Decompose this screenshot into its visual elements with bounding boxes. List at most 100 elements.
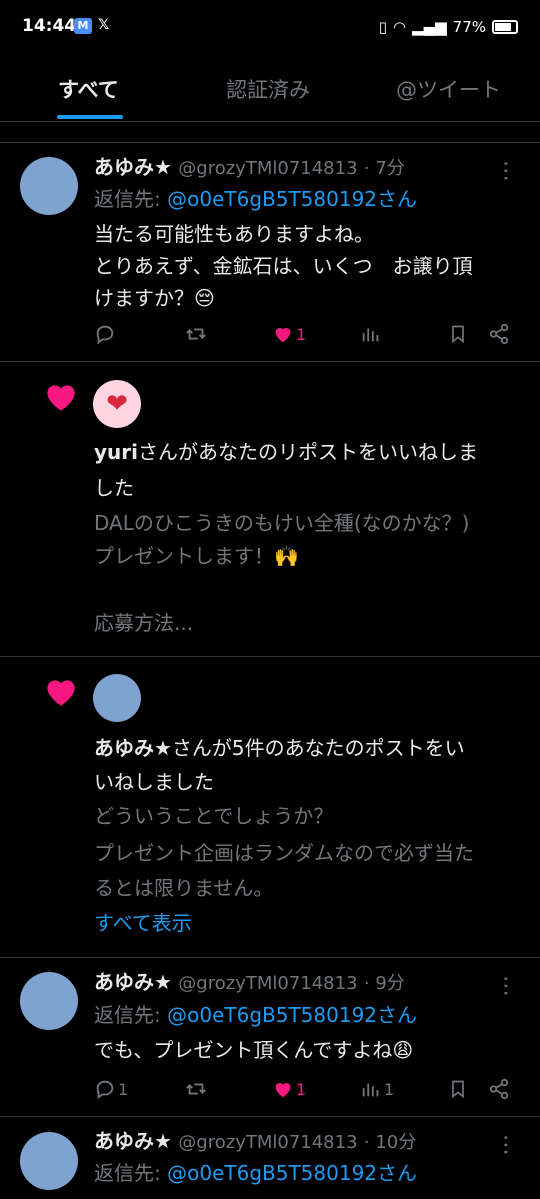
repost-icon bbox=[186, 328, 206, 340]
reply-prefix: 返信先: bbox=[94, 1003, 161, 1027]
analytics-icon bbox=[362, 1083, 379, 1097]
separator bbox=[0, 656, 540, 657]
post-preview-line: プレゼント企画はランダムなので必ず当た bbox=[94, 841, 474, 865]
tweet-text-line: とりあえず、金鉱石は、いくつ お譲り頂 bbox=[94, 254, 473, 278]
notification-action: さんがあなたのリポストをいいねしま bbox=[138, 440, 478, 464]
notification-action: さんが5件のあなたのポストをい bbox=[171, 736, 465, 760]
avatar[interactable] bbox=[20, 1132, 78, 1190]
status-bar: 14:44 M 𝕏 ▯ ◠ ▂▄▆ 77% bbox=[0, 0, 540, 56]
user-handle: @grozyTMl0714813 bbox=[178, 973, 358, 994]
view-count: 1 bbox=[384, 1079, 395, 1099]
repost-button[interactable] bbox=[184, 319, 208, 349]
repost-icon bbox=[186, 1083, 206, 1095]
active-tab-indicator bbox=[57, 115, 123, 119]
user-handle: @grozyTMl0714813 bbox=[178, 1132, 358, 1153]
tab-mentions[interactable]: @ツイート bbox=[396, 74, 501, 104]
heart-notification-icon bbox=[47, 680, 75, 706]
post-preview-line: 応募方法... bbox=[94, 611, 194, 635]
share-button[interactable] bbox=[488, 319, 510, 349]
reply-icon bbox=[96, 1080, 114, 1100]
notification-action-cont: した bbox=[94, 476, 134, 500]
gmail-icon: M bbox=[74, 18, 92, 34]
tweet-actions: 1 1 1 bbox=[92, 1074, 520, 1104]
tweet-text-line: けますか？😔 bbox=[94, 286, 215, 310]
avatar-heart-glyph: ❤ bbox=[106, 389, 128, 419]
post-preview-line: プレゼントします！🙌 bbox=[94, 544, 299, 568]
wifi-icon: ◠ bbox=[392, 18, 407, 36]
like-button[interactable]: 1 bbox=[272, 1074, 306, 1104]
bookmark-button[interactable] bbox=[448, 319, 468, 349]
show-all-link[interactable]: すべて表示 bbox=[94, 908, 192, 938]
tweet-time: · 9分 bbox=[363, 973, 405, 994]
heart-filled-icon bbox=[275, 328, 291, 343]
bookmark-icon bbox=[452, 1080, 464, 1099]
separator bbox=[0, 957, 540, 958]
views-button[interactable] bbox=[360, 319, 384, 349]
display-name[interactable]: あゆみ★ bbox=[94, 1129, 172, 1153]
reply-button[interactable] bbox=[94, 319, 118, 349]
more-options-icon[interactable]: ⋯ bbox=[493, 975, 518, 997]
like-button[interactable]: 1 bbox=[272, 319, 306, 349]
tweet-header: あゆみ★ @grozyTMl0714813 · 7分 bbox=[94, 152, 405, 184]
vibrate-icon: ▯ bbox=[378, 18, 387, 36]
display-name[interactable]: あゆみ★ bbox=[94, 155, 172, 179]
more-options-icon[interactable]: ⋯ bbox=[493, 1134, 518, 1156]
avatar[interactable]: ❤ bbox=[93, 380, 141, 428]
battery-percent: 77% bbox=[452, 18, 486, 36]
views-button[interactable]: 1 bbox=[360, 1074, 394, 1104]
share-button[interactable] bbox=[488, 1074, 510, 1104]
reply-mention-link[interactable]: @o0eT6gB5T580192さん bbox=[167, 187, 417, 211]
share-icon bbox=[489, 1078, 509, 1100]
tweet-text-line: 当たる可能性もありますよね。 bbox=[94, 222, 374, 246]
avatar[interactable] bbox=[20, 157, 78, 215]
reply-button[interactable]: 1 bbox=[94, 1074, 128, 1104]
separator bbox=[0, 142, 540, 143]
tweet-header: あゆみ★ @grozyTMl0714813 · 10分 bbox=[94, 1126, 416, 1158]
display-name[interactable]: あゆみ★ bbox=[94, 970, 172, 994]
notification-action-cont: いねしました bbox=[94, 770, 214, 794]
actor-name[interactable]: あゆみ★ bbox=[94, 736, 172, 760]
like-count: 1 bbox=[296, 1079, 307, 1099]
reply-icon bbox=[96, 325, 114, 345]
post-preview-line: DALのひこうきのもけい全種(なのかな？) bbox=[94, 511, 470, 535]
x-icon: 𝕏 bbox=[98, 17, 110, 33]
post-preview-line: どういうことでしょうか？ bbox=[94, 804, 334, 828]
tweet-actions: 1 bbox=[92, 319, 520, 349]
avatar[interactable] bbox=[93, 674, 141, 722]
status-time: 14:44 bbox=[22, 16, 77, 36]
reply-count: 1 bbox=[118, 1079, 129, 1099]
user-handle: @grozyTMl0714813 bbox=[178, 158, 358, 179]
bookmark-icon bbox=[452, 325, 464, 344]
share-icon bbox=[489, 323, 509, 345]
tab-all[interactable]: すべて bbox=[58, 74, 119, 104]
battery-icon bbox=[492, 20, 518, 34]
notification-text: yuriさんがあなたのリポストをいいねしま bbox=[94, 437, 478, 467]
analytics-icon bbox=[362, 328, 379, 342]
reply-context: 返信先: @o0eT6gB5T580192さん bbox=[94, 1000, 417, 1030]
tab-verified[interactable]: 認証済み bbox=[226, 74, 310, 104]
reply-mention-link[interactable]: @o0eT6gB5T580192さん bbox=[167, 1161, 417, 1185]
more-options-icon[interactable]: ⋯ bbox=[493, 160, 518, 182]
post-preview-line: るとは限りません。 bbox=[94, 876, 274, 900]
notification-tabs: すべて 認証済み @ツイート bbox=[0, 56, 540, 122]
heart-filled-icon bbox=[275, 1083, 291, 1098]
avatar[interactable] bbox=[20, 972, 78, 1030]
tweet-time: · 7分 bbox=[363, 158, 405, 179]
actor-name[interactable]: yuri bbox=[94, 440, 138, 464]
separator bbox=[0, 1116, 540, 1117]
status-right: ▯ ◠ ▂▄▆ 77% bbox=[379, 16, 518, 38]
bookmark-button[interactable] bbox=[448, 1074, 468, 1104]
reply-prefix: 返信先: bbox=[94, 187, 161, 211]
reply-context: 返信先: @o0eT6gB5T580192さん bbox=[94, 184, 417, 214]
signal-icon: ▂▄▆ bbox=[412, 18, 447, 36]
repost-button[interactable] bbox=[184, 1074, 208, 1104]
reply-mention-link[interactable]: @o0eT6gB5T580192さん bbox=[167, 1003, 417, 1027]
tweet-text-line: でも、プレゼント頂くんですよね😩 bbox=[94, 1038, 414, 1062]
tweet-time: · 10分 bbox=[363, 1132, 417, 1153]
tweet-header: あゆみ★ @grozyTMl0714813 · 9分 bbox=[94, 967, 405, 999]
notification-text: あゆみ★さんが5件のあなたのポストをい bbox=[94, 733, 465, 763]
heart-notification-icon bbox=[47, 385, 75, 411]
reply-prefix: 返信先: bbox=[94, 1161, 161, 1185]
like-count: 1 bbox=[296, 324, 307, 344]
separator bbox=[0, 361, 540, 362]
